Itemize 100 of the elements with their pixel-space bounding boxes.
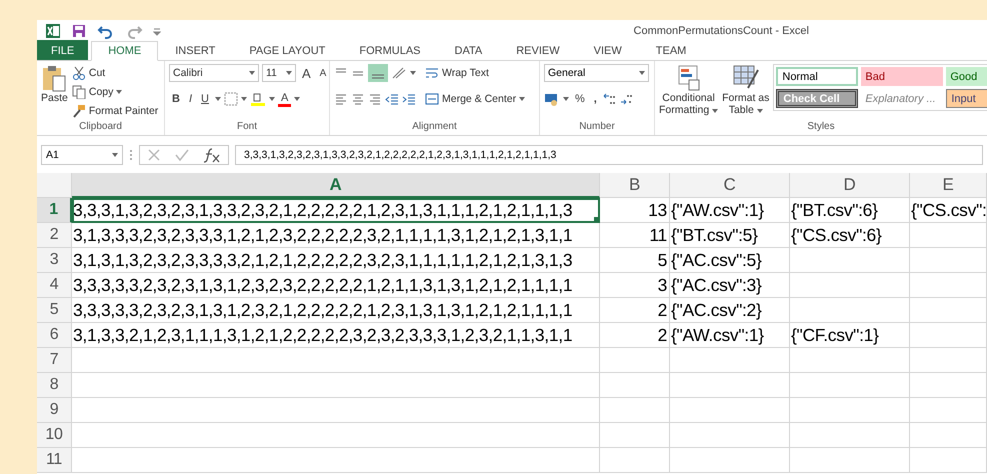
copy-button[interactable]: Copy <box>72 83 158 101</box>
italic-button[interactable]: I <box>186 93 196 105</box>
close-icon[interactable] <box>147 148 161 162</box>
dropdown-icon[interactable] <box>112 153 118 157</box>
save-icon[interactable] <box>71 22 87 38</box>
table-cell[interactable] <box>670 373 790 398</box>
table-cell[interactable] <box>72 423 600 448</box>
table-cell[interactable] <box>790 448 910 473</box>
table-cell[interactable] <box>910 323 987 348</box>
cell-style[interactable]: Bad <box>861 67 944 86</box>
table-cell[interactable] <box>790 398 910 423</box>
column-header[interactable]: E <box>910 173 987 198</box>
select-all-corner[interactable] <box>37 173 72 198</box>
table-cell[interactable] <box>72 398 600 423</box>
table-cell[interactable]: 3,1,3,3,2,1,2,3,1,1,1,3,1,2,1,2,2,2,2,2,3,2,3,2,3,3,3,1,2,3,2,1,1,3,1,1 <box>72 323 600 348</box>
align-bottom-icon[interactable] <box>368 64 388 82</box>
shrink-font-button[interactable]: A <box>316 68 330 78</box>
column-header[interactable]: D <box>790 173 910 198</box>
table-cell[interactable] <box>72 348 600 373</box>
align-center-icon[interactable] <box>351 92 365 106</box>
table-cell[interactable]: {"CS.csv": <box>910 198 987 223</box>
merge-center-button[interactable]: Merge & Center <box>425 90 526 108</box>
font-color-button[interactable]: A <box>278 92 292 106</box>
column-header[interactable]: B <box>600 173 670 198</box>
font-name-field[interactable]: Calibri <box>169 64 259 82</box>
dropdown-icon[interactable] <box>294 97 300 101</box>
table-cell[interactable] <box>790 298 910 323</box>
dropdown-icon[interactable] <box>519 97 526 101</box>
table-cell[interactable] <box>790 423 910 448</box>
table-cell[interactable]: {"AC.csv":2} <box>670 298 790 323</box>
row-header[interactable]: 2 <box>37 223 72 248</box>
wrap-text-button[interactable]: Wrap Text <box>425 64 489 82</box>
table-cell[interactable] <box>72 448 600 473</box>
table-cell[interactable]: {"AW.csv":1} <box>670 198 790 223</box>
check-icon[interactable] <box>175 148 189 162</box>
currency-icon[interactable] <box>544 92 560 106</box>
dropdown-icon[interactable] <box>116 90 122 94</box>
table-cell[interactable] <box>910 223 987 248</box>
table-cell[interactable] <box>790 348 910 373</box>
increase-decimal-icon[interactable] <box>602 92 617 106</box>
decrease-decimal-icon[interactable] <box>620 92 634 106</box>
row-header[interactable]: 1 <box>37 198 72 223</box>
table-cell[interactable]: {"AC.csv":3} <box>670 273 790 298</box>
table-cell[interactable] <box>600 398 670 423</box>
table-cell[interactable] <box>910 348 987 373</box>
table-cell[interactable]: 3 <box>600 273 670 298</box>
table-cell[interactable] <box>600 448 670 473</box>
increase-indent-icon[interactable] <box>402 92 416 106</box>
align-left-icon[interactable] <box>334 92 348 106</box>
row-header[interactable]: 11 <box>37 448 72 473</box>
align-right-icon[interactable] <box>368 92 382 106</box>
row-header[interactable]: 10 <box>37 423 72 448</box>
dropdown-icon[interactable] <box>214 97 221 101</box>
table-cell[interactable] <box>790 373 910 398</box>
table-cell[interactable]: 3,1,3,1,3,2,3,2,3,3,3,3,2,1,2,1,2,2,2,2,2,3,2,3,1,1,1,1,1,2,1,2,1,3,1,3 <box>72 248 600 273</box>
table-cell[interactable]: 2 <box>600 298 670 323</box>
function-icon[interactable] <box>203 147 221 163</box>
format-as-table-button[interactable]: Format as Table <box>722 64 770 121</box>
table-cell[interactable] <box>670 398 790 423</box>
dropdown-icon[interactable] <box>240 97 247 101</box>
conditional-formatting-button[interactable]: Conditional Formatting <box>659 64 718 121</box>
underline-button[interactable]: U <box>198 93 212 105</box>
table-cell[interactable] <box>910 398 987 423</box>
borders-icon[interactable] <box>224 92 238 106</box>
row-header[interactable]: 3 <box>37 248 72 273</box>
dropdown-icon[interactable] <box>563 97 569 101</box>
table-cell[interactable]: 13 <box>600 198 670 223</box>
formula-field[interactable]: 3,3,3,1,3,2,3,2,3,1,3,3,2,3,2,1,2,2,2,2,2,1,2,3,1,3,1,1,1,2,1,2,1,1,1,3 <box>235 145 983 165</box>
table-cell[interactable]: 2 <box>600 323 670 348</box>
row-header[interactable]: 4 <box>37 273 72 298</box>
table-cell[interactable]: 11 <box>600 223 670 248</box>
bold-button[interactable]: B <box>169 93 183 105</box>
cell-style[interactable]: Normal <box>776 67 858 86</box>
table-cell[interactable] <box>600 373 670 398</box>
dropdown-icon[interactable] <box>410 71 416 75</box>
table-cell[interactable] <box>670 448 790 473</box>
table-cell[interactable] <box>790 273 910 298</box>
table-cell[interactable]: {"CF.csv":1} <box>790 323 910 348</box>
row-header[interactable]: 9 <box>37 398 72 423</box>
cell-style[interactable]: Input <box>946 89 987 108</box>
orientation-icon[interactable] <box>391 66 407 80</box>
fill-color-icon[interactable] <box>250 91 266 107</box>
decrease-indent-icon[interactable] <box>385 92 399 106</box>
paste-button[interactable]: Paste <box>41 64 68 121</box>
table-cell[interactable] <box>790 248 910 273</box>
cell-style[interactable]: Good <box>946 67 987 86</box>
table-cell[interactable]: 3,3,3,3,3,2,3,2,3,1,3,1,2,3,2,1,2,2,2,2,2,1,2,3,1,3,1,3,1,2,1,2,1,1,1,1 <box>72 298 600 323</box>
table-cell[interactable] <box>910 448 987 473</box>
grow-font-button[interactable]: A <box>299 66 314 80</box>
row-header[interactable]: 8 <box>37 373 72 398</box>
dropdown-icon[interactable] <box>286 71 292 75</box>
table-cell[interactable]: 3,1,3,3,3,2,3,2,3,3,3,1,2,1,2,3,2,2,2,2,2,3,2,1,1,1,1,3,1,2,1,2,1,3,1,1 <box>72 223 600 248</box>
table-cell[interactable]: 3,3,3,1,3,2,3,2,3,1,3,3,2,3,2,1,2,2,2,2,2,1,2,3,1,3,1,1,1,2,1,2,1,1,1,3 <box>72 198 600 223</box>
table-cell[interactable]: {"AW.csv":1} <box>670 323 790 348</box>
cut-button[interactable]: Cut <box>72 64 158 82</box>
table-cell[interactable] <box>910 248 987 273</box>
dropdown-icon[interactable] <box>712 109 718 113</box>
dropdown-icon[interactable] <box>639 71 645 75</box>
row-header[interactable]: 5 <box>37 298 72 323</box>
table-cell[interactable]: {"BT.csv":5} <box>670 223 790 248</box>
